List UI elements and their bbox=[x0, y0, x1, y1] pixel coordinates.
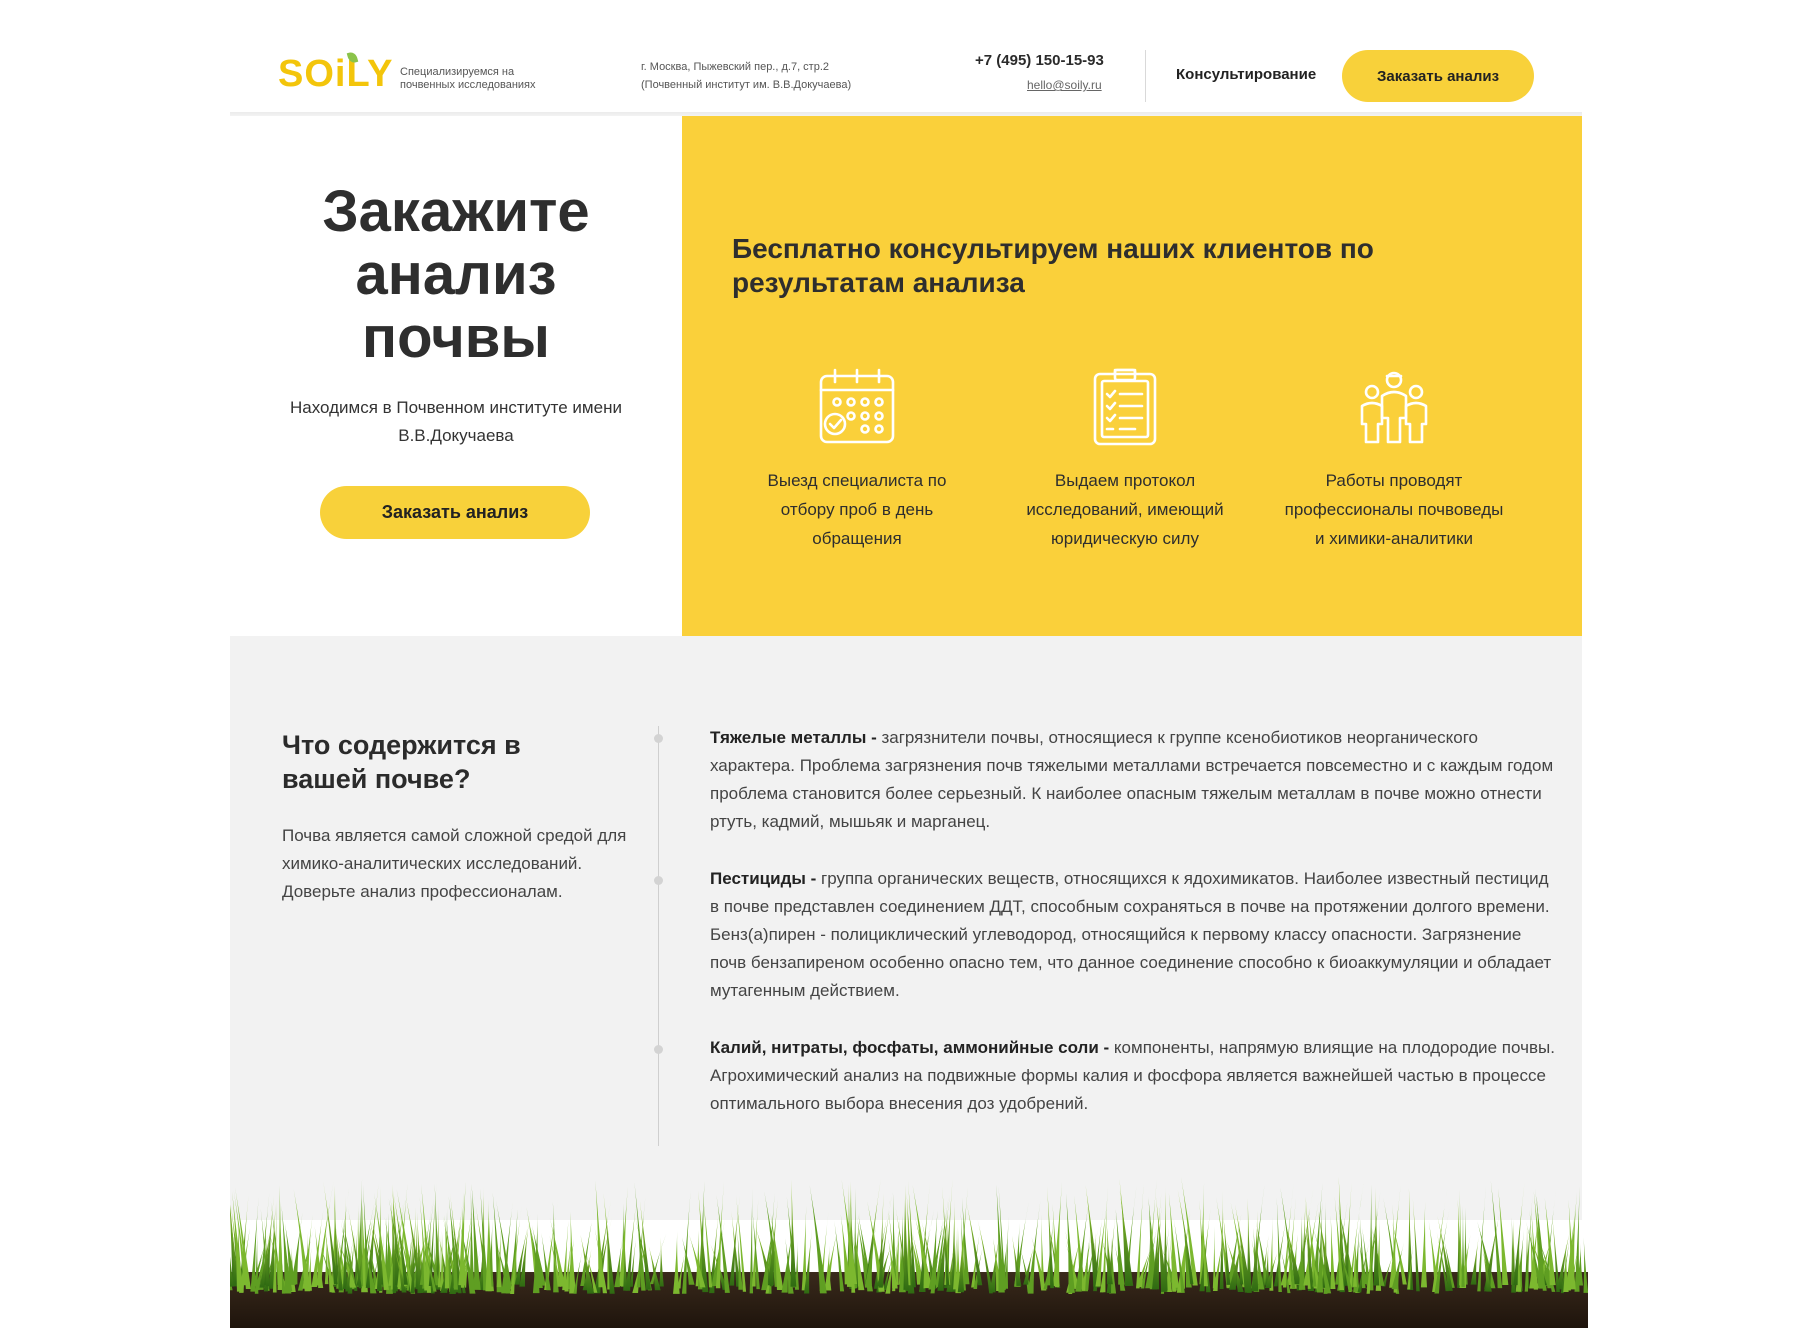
grass-blade bbox=[1461, 1205, 1465, 1288]
content-item: Калий, нитраты, фосфаты, аммонийные соли… bbox=[710, 1034, 1560, 1118]
benefit-text: Выдаем протокол исследований, имеющий юр… bbox=[1026, 471, 1224, 548]
address: г. Москва, Пыжевский пер., д.7, стр.2 (П… bbox=[641, 58, 891, 94]
benefit-text: Выезд специалиста по отбору проб в день … bbox=[767, 471, 947, 548]
benefit-item: Работы проводят профессионалы почвоведы … bbox=[1284, 366, 1504, 553]
grass-blade bbox=[729, 1194, 741, 1286]
timeline-dot bbox=[654, 734, 663, 743]
timeline-line bbox=[658, 726, 659, 1146]
logo[interactable]: SOiLY bbox=[278, 51, 394, 95]
header-divider bbox=[1145, 50, 1146, 102]
hero-order-button[interactable]: Заказать анализ bbox=[320, 486, 590, 539]
grass-blade bbox=[485, 1199, 492, 1292]
benefit-item: Выезд специалиста по отбору проб в день … bbox=[747, 366, 967, 553]
benefit-item: Выдаем протокол исследований, имеющий юр… bbox=[1015, 366, 1235, 553]
hero-subtitle: Находимся в Почвенном институте имени В.… bbox=[290, 398, 622, 445]
calendar-icon bbox=[819, 368, 895, 444]
hero-title: Закажите анализ почвы bbox=[230, 180, 682, 369]
phone-link[interactable]: +7 (495) 150-15-93 bbox=[975, 52, 1104, 69]
item-term: Тяжелые металлы - bbox=[710, 728, 877, 747]
benefits-panel: Бесплатно консультируем наших клиентов п… bbox=[682, 116, 1582, 636]
hero-title-line: почвы bbox=[362, 305, 550, 370]
site-header: SOiLY Специализируемся на почвенных иссл… bbox=[230, 0, 1582, 116]
logo-text: SOiLY bbox=[278, 53, 394, 95]
content-item: Тяжелые металлы - загрязнители почвы, от… bbox=[710, 724, 1560, 836]
section-description: Почва является самой сложной средой для … bbox=[282, 826, 627, 901]
timeline-dot bbox=[654, 1045, 663, 1054]
section-title: Что содержится в вашей почве? bbox=[282, 730, 521, 794]
clipboard-icon bbox=[1093, 368, 1157, 446]
email-link[interactable]: hello@soily.ru bbox=[1027, 78, 1102, 92]
team-icon bbox=[1360, 371, 1428, 444]
address-institute: (Почвенный институт им. В.В.Докучаева) bbox=[641, 79, 852, 91]
grass-blade bbox=[1490, 1180, 1503, 1289]
grass-blade bbox=[790, 1179, 797, 1287]
benefits-title: Бесплатно консультируем наших клиентов п… bbox=[732, 233, 1374, 298]
hero-title-line: анализ bbox=[355, 242, 557, 307]
item-term: Пестициды - bbox=[710, 869, 817, 888]
item-text: группа органических веществ, относящихся… bbox=[710, 869, 1552, 1000]
grass-illustration bbox=[230, 1176, 1588, 1328]
hero-section: Закажите анализ почвы Находимся в Почвен… bbox=[230, 116, 682, 636]
tagline: Специализируемся на почвенных исследован… bbox=[400, 66, 536, 91]
benefit-text: Работы проводят профессионалы почвоведы … bbox=[1284, 471, 1504, 548]
address-line: г. Москва, Пыжевский пер., д.7, стр.2 bbox=[641, 61, 830, 73]
item-term: Калий, нитраты, фосфаты, аммонийные соли… bbox=[710, 1038, 1110, 1057]
order-analysis-button[interactable]: Заказать анализ bbox=[1342, 50, 1534, 102]
content-item: Пестициды - группа органических веществ,… bbox=[710, 865, 1560, 1005]
soil-content-section: Что содержится в вашей почве? Почва явля… bbox=[230, 636, 1582, 1220]
grass-image bbox=[230, 1172, 1588, 1328]
grass-blade bbox=[1420, 1201, 1428, 1288]
nav-consulting[interactable]: Консультирование bbox=[1176, 66, 1316, 83]
timeline-dot bbox=[654, 876, 663, 885]
grass-blade bbox=[673, 1231, 680, 1294]
hero-title-line: Закажите bbox=[322, 179, 590, 244]
